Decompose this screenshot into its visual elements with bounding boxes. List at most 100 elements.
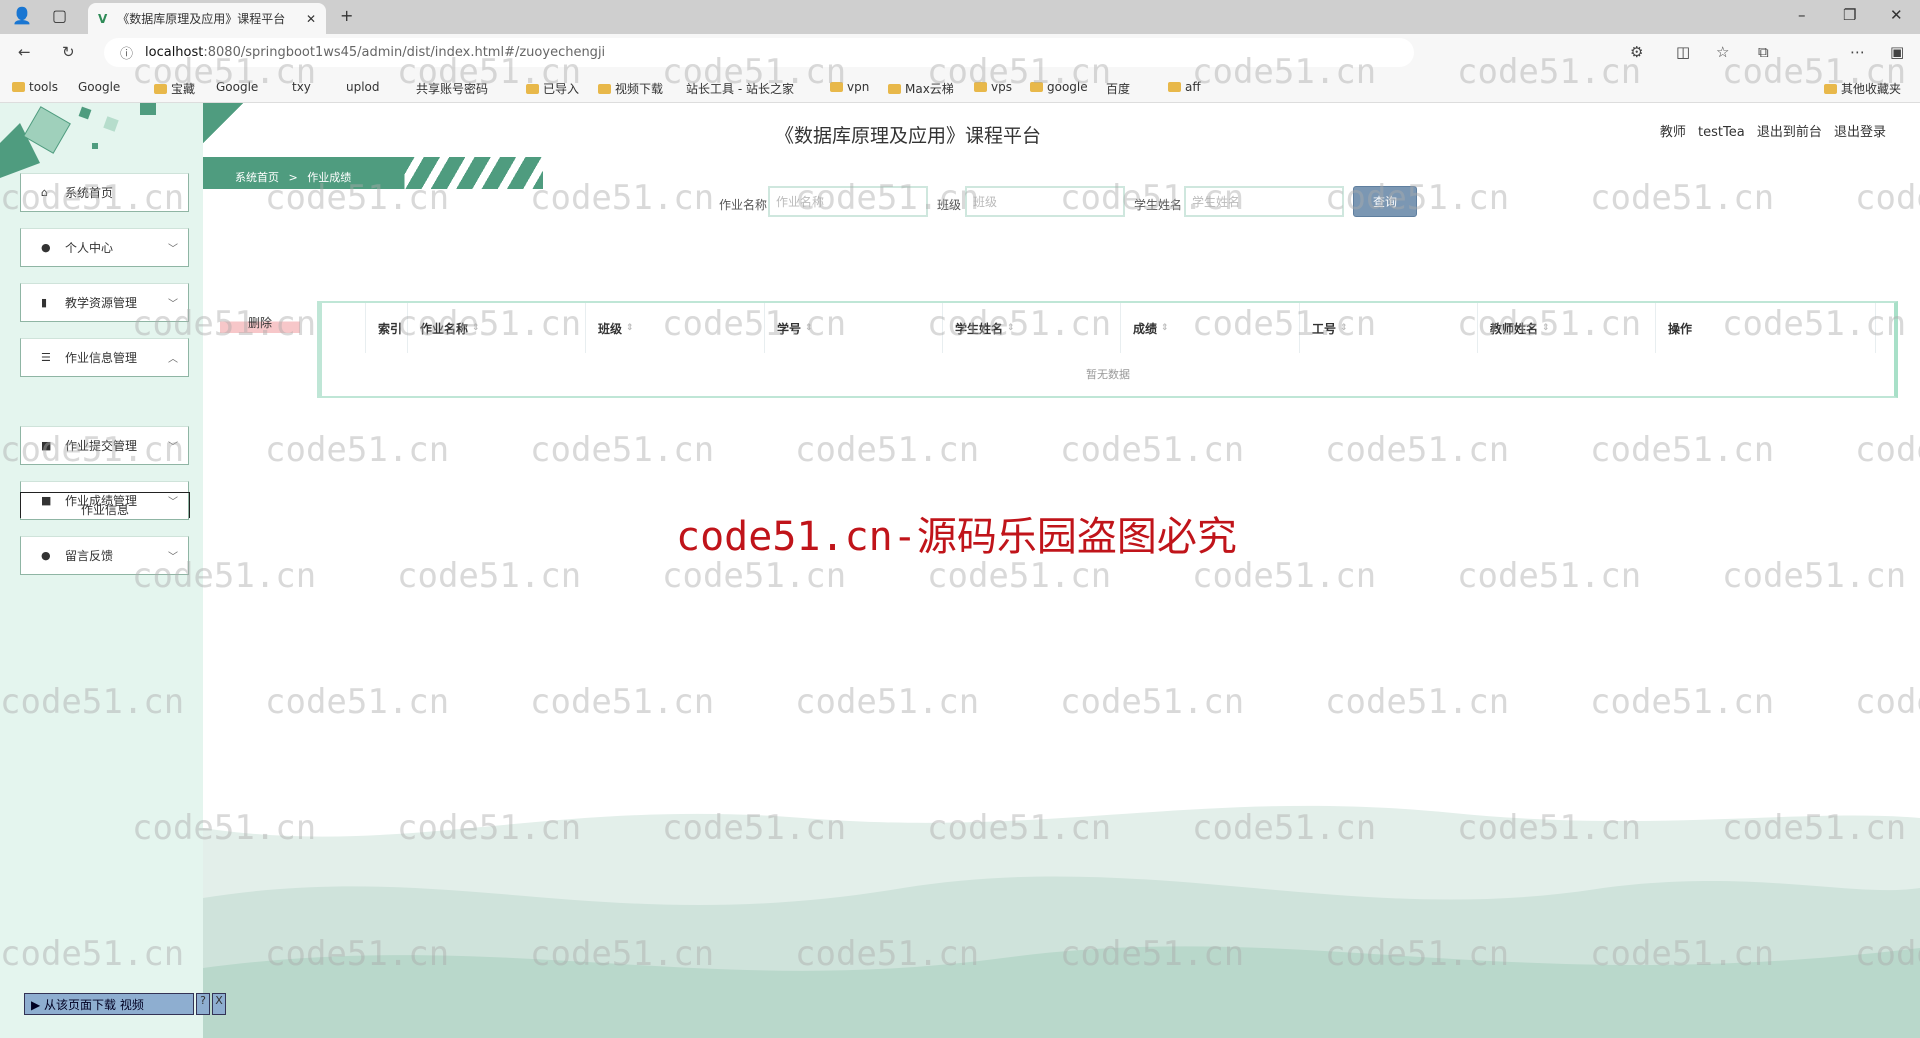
tab-actions-icon[interactable]: ▢ <box>52 6 67 25</box>
bookmark-item[interactable]: 站长工具 - 站长之家 <box>686 80 794 97</box>
close-tab-icon[interactable]: ✕ <box>306 12 316 26</box>
sidebar-item[interactable]: ⌂ 系统首页 <box>20 173 189 212</box>
bookmark-item[interactable]: 视频下载 <box>598 80 663 97</box>
bookmark-item[interactable]: 已导入 <box>526 80 579 97</box>
address-bar-row: ← ↻ ⓘ localhost:8080/springboot1ws45/adm… <box>0 34 1920 71</box>
breadcrumb-stripes <box>373 157 543 189</box>
column-header[interactable]: 教师姓名 ⇕ <box>1478 303 1656 353</box>
column-label: 成绩 <box>1133 321 1158 336</box>
bookmark-item[interactable]: txy <box>292 80 311 94</box>
new-tab-icon[interactable]: + <box>340 6 353 25</box>
submenu-item-homework-info[interactable]: 作业信息 <box>20 492 190 518</box>
homework-name-label: 作业名称 <box>719 198 768 212</box>
sidebar-item-label: 个人中心 <box>65 241 114 255</box>
back-icon[interactable]: ← <box>18 43 31 61</box>
collections-icon[interactable]: ⧉ <box>1758 43 1769 61</box>
column-label: 索引 <box>378 321 403 336</box>
page-title: 《数据库原理及应用》课程平台 <box>774 125 1041 147</box>
sidebar-item-label: 作业信息管理 <box>65 351 138 365</box>
sidebar-item[interactable]: ■ 作业提交管理 ﹀ <box>20 426 189 465</box>
url-path: :8080/springboot1ws45/admin/dist/index.h… <box>203 45 606 60</box>
column-header[interactable]: 班级 ⇕ <box>586 303 765 353</box>
breadcrumb-home[interactable]: 系统首页 <box>235 171 279 184</box>
student-name-label: 学生姓名 <box>1134 198 1183 212</box>
submenu-label: 作业信息 <box>80 503 129 517</box>
sidebar-toggle-icon[interactable]: ▣ <box>1890 43 1904 61</box>
sidebar-item[interactable]: ● 个人中心 ﹀ <box>20 228 189 267</box>
bookmark-item[interactable]: aff <box>1168 80 1201 94</box>
sidebar-item-label: 教学资源管理 <box>65 296 138 310</box>
download-video-button[interactable]: ▶ 从该页面下载 视频 <box>24 993 194 1015</box>
column-label: 班级 <box>598 321 623 336</box>
bookmark-item[interactable]: vpn <box>830 80 869 94</box>
bookmark-item[interactable]: vps <box>974 80 1012 94</box>
url-field[interactable]: ⓘ localhost:8080/springboot1ws45/admin/d… <box>104 38 1414 67</box>
sort-icon[interactable]: ⇕ <box>805 323 813 333</box>
profile-icon[interactable]: 👤 <box>12 6 32 25</box>
logout-link[interactable]: 退出登录 <box>1834 125 1886 140</box>
refresh-icon[interactable]: ↻ <box>62 43 75 61</box>
sidebar-decoration <box>0 103 156 178</box>
column-header[interactable]: 成绩 ⇕ <box>1121 303 1300 353</box>
user-bar: 教师 testTea 退出到前台 退出登录 <box>1660 121 1886 140</box>
bookmark-item[interactable]: Max云梯 <box>888 80 954 97</box>
bookmark-item[interactable]: tools <box>12 80 58 94</box>
sort-icon[interactable]: ⇕ <box>1161 323 1169 333</box>
url-host: localhost <box>145 45 204 60</box>
sort-icon[interactable]: ⇕ <box>1007 323 1015 333</box>
chevron-icon: ﹀ <box>168 244 178 255</box>
chevron-icon: ﹀ <box>168 552 178 563</box>
column-header[interactable]: 学生姓名 ⇕ <box>943 303 1121 353</box>
bookmark-item[interactable]: 宝藏 <box>154 80 195 97</box>
favorites-icon[interactable]: ☆ <box>1716 43 1729 61</box>
homework-name-input[interactable] <box>768 186 928 217</box>
search-button[interactable]: 查询 <box>1353 186 1417 217</box>
chevron-icon: ﹀ <box>168 299 178 310</box>
exit-to-front-link[interactable]: 退出到前台 <box>1757 125 1822 140</box>
more-icon[interactable]: ⋯ <box>1850 43 1865 61</box>
bookmark-item[interactable]: google <box>1030 80 1088 94</box>
other-bookmarks[interactable]: 其他收藏夹 <box>1824 80 1901 97</box>
sort-icon[interactable]: ⇕ <box>626 323 634 333</box>
sort-icon[interactable]: ⇕ <box>472 323 480 333</box>
sidebar-item-label: 留言反馈 <box>65 549 114 563</box>
sidebar-item-label: 作业提交管理 <box>65 439 138 453</box>
bookmark-item[interactable]: uplod <box>346 80 380 94</box>
book-icon: ▮ <box>41 296 48 309</box>
empty-text: 暂无数据 <box>1086 368 1130 381</box>
grades-table: 索引 作业名称 ⇕ 班级 ⇕ 学号 ⇕ 学生姓名 ⇕ 成绩 ⇕ 工号 ⇕ 教师姓名 ⇕ 操作 暂无数据 <box>317 301 1898 398</box>
class-input[interactable] <box>965 186 1125 217</box>
breadcrumb-current: 作业成绩 <box>307 171 352 184</box>
column-header[interactable]: 工号 ⇕ <box>1300 303 1478 353</box>
column-header[interactable]: 作业名称 ⇕ <box>408 303 586 353</box>
minimize-icon[interactable]: – <box>1798 6 1806 24</box>
home-icon: ⌂ <box>41 186 48 199</box>
bookmark-item[interactable]: Google <box>78 80 120 94</box>
bookmark-item[interactable]: Google <box>216 80 258 94</box>
column-header[interactable]: 学号 ⇕ <box>765 303 943 353</box>
user-icon: ● <box>41 549 51 562</box>
sort-icon[interactable]: ⇕ <box>1542 323 1550 333</box>
sort-icon[interactable]: ⇕ <box>1340 323 1348 333</box>
column-label: 工号 <box>1312 321 1337 336</box>
watermark-banner: code51.cn-源码乐园盗图必究 <box>676 514 1237 560</box>
extensions-icon[interactable]: ⚙ <box>1630 43 1643 61</box>
help-button[interactable]: ? <box>196 993 210 1015</box>
sidebar-item[interactable]: ☰ 作业信息管理 ︿ <box>20 338 189 377</box>
sidebar-item[interactable]: ● 留言反馈 ﹀ <box>20 536 189 575</box>
column-label: 操作 <box>1668 321 1693 336</box>
split-screen-icon[interactable]: ◫ <box>1676 43 1690 61</box>
close-window-icon[interactable]: ✕ <box>1890 6 1903 24</box>
vue-favicon-icon: V <box>98 11 108 26</box>
delete-button[interactable]: 删除 <box>220 312 300 333</box>
bookmark-item[interactable]: 共享账号密码 <box>416 80 488 97</box>
student-name-input[interactable] <box>1184 186 1344 217</box>
user-label: 教师 testTea <box>1659 125 1745 140</box>
restore-icon[interactable]: ❐ <box>1843 6 1856 24</box>
wallet-icon: ■ <box>41 439 52 452</box>
bookmark-item[interactable]: 百度 <box>1106 80 1130 97</box>
video-download-bar: ▶ 从该页面下载 视频 ? X <box>24 993 228 1015</box>
browser-tab[interactable]: V 《数据库原理及应用》课程平台 ✕ <box>88 3 326 34</box>
close-download-bar-button[interactable]: X <box>212 993 226 1015</box>
sidebar-item[interactable]: ▮ 教学资源管理 ﹀ <box>20 283 189 322</box>
